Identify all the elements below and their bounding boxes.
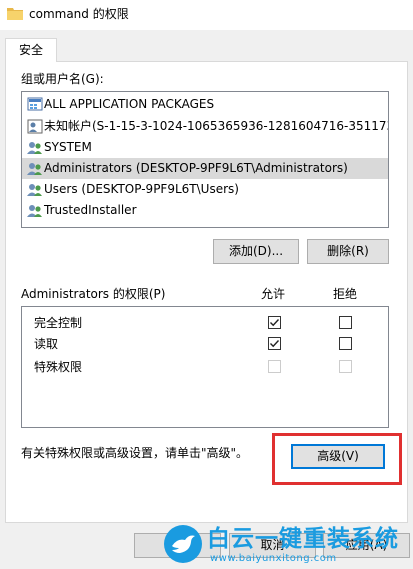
deny-full-control-checkbox[interactable] xyxy=(339,316,352,329)
permission-name: 完全控制 xyxy=(34,316,83,330)
permissions-list: 完全控制 读取 特殊权限 xyxy=(21,306,389,428)
users-list-label: 组或用户名(G): xyxy=(21,72,104,86)
allow-special-checkbox xyxy=(268,360,281,373)
deny-read-checkbox[interactable] xyxy=(339,337,352,350)
watermark-url: www.baiyunxitong.com xyxy=(210,553,337,564)
group-icon xyxy=(27,203,43,218)
group-icon xyxy=(27,161,43,176)
list-item[interactable]: Users (DESKTOP-9PF9L6T\Users) xyxy=(22,179,388,200)
window-title: command 的权限 xyxy=(29,7,129,21)
group-icon xyxy=(27,182,43,197)
title-bar[interactable]: command 的权限 xyxy=(0,0,413,30)
permissions-label: Administrators 的权限(P) xyxy=(21,287,166,301)
group-icon xyxy=(27,140,43,155)
deny-column-header: 拒绝 xyxy=(333,287,358,301)
unknown-user-icon xyxy=(27,119,43,134)
list-item[interactable]: SYSTEM xyxy=(22,137,388,158)
bird-logo-icon xyxy=(164,525,202,563)
list-item-label: TrustedInstaller xyxy=(44,203,137,217)
watermark: 白云一键重装系统 www.baiyunxitong.com xyxy=(163,520,413,569)
list-item-label: Users (DESKTOP-9PF9L6T\Users) xyxy=(44,182,239,196)
watermark-brand: 白云一键重装系统 xyxy=(207,526,399,552)
permission-name: 读取 xyxy=(34,337,59,351)
tab-security[interactable]: 安全 xyxy=(5,38,57,62)
users-listbox[interactable]: ALL APPLICATION PACKAGES 未知帐户(S-1-15-3-1… xyxy=(21,91,389,228)
allow-read-checkbox[interactable] xyxy=(268,337,281,350)
allow-full-control-checkbox[interactable] xyxy=(268,316,281,329)
list-item-label: Administrators (DESKTOP-9PF9L6T\Administ… xyxy=(44,161,348,175)
highlight-box xyxy=(272,433,402,485)
list-item-label: 未知帐户(S-1-15-3-1024-1065365936-1281604716… xyxy=(44,119,388,133)
folder-icon xyxy=(7,7,23,20)
allow-column-header: 允许 xyxy=(261,287,286,301)
list-item[interactable]: TrustedInstaller xyxy=(22,200,388,221)
permission-name: 特殊权限 xyxy=(34,360,83,374)
list-item[interactable]: 未知帐户(S-1-15-3-1024-1065365936-1281604716… xyxy=(22,116,388,137)
deny-special-checkbox xyxy=(339,360,352,373)
add-button[interactable]: 添加(D)... xyxy=(213,239,299,264)
list-item-label: ALL APPLICATION PACKAGES xyxy=(44,97,215,111)
app-packages-icon xyxy=(27,97,43,112)
remove-button[interactable]: 删除(R) xyxy=(307,239,389,264)
list-item-selected[interactable]: Administrators (DESKTOP-9PF9L6T\Administ… xyxy=(22,158,388,179)
list-item-label: SYSTEM xyxy=(44,140,92,154)
advanced-hint: 有关特殊权限或高级设置，请单击"高级"。 xyxy=(21,446,249,460)
list-item[interactable]: ALL APPLICATION PACKAGES xyxy=(22,94,388,115)
